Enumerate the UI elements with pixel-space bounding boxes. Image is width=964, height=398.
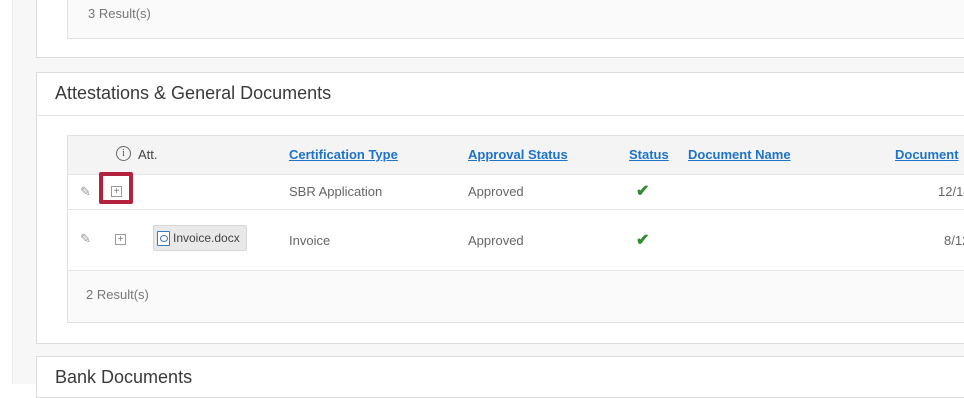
column-header-status[interactable]: Status xyxy=(629,147,669,162)
column-header-certification-type[interactable]: Certification Type xyxy=(289,147,398,162)
edit-pencil-icon[interactable]: ✎ xyxy=(80,184,94,199)
document-date-cell: 12/14 xyxy=(938,184,964,199)
bank-documents-section-title: Bank Documents xyxy=(55,367,193,387)
certification-type-cell: SBR Application xyxy=(289,184,383,199)
expand-icon[interactable]: + xyxy=(115,234,126,245)
highlight-box xyxy=(99,172,133,204)
table-row: ✎ + SBR Application Approved ✔ 12/14 xyxy=(68,172,964,210)
column-header-document-date[interactable]: Document xyxy=(895,147,959,162)
check-icon: ✔ xyxy=(636,183,650,200)
previous-results-bar: 3 Result(s) xyxy=(67,0,964,39)
attachment-chip[interactable]: Invoice.docx xyxy=(153,225,247,251)
previous-section-panel: 3 Result(s) xyxy=(36,0,964,58)
approval-status-cell: Approved xyxy=(468,184,524,199)
attestations-panel: Attestations & General Documents i Att. … xyxy=(36,72,964,344)
table-row: ✎ + Invoice.docx Invoice Approved ✔ 8/12 xyxy=(68,210,964,271)
column-header-approval-status[interactable]: Approval Status xyxy=(468,147,568,162)
results-count: 2 Result(s) xyxy=(86,287,149,302)
check-icon: ✔ xyxy=(636,232,650,249)
attestations-section-title: Attestations & General Documents xyxy=(55,83,332,103)
table-header: i Att. Certification Type Approval Statu… xyxy=(68,136,964,175)
certification-type-cell: Invoice xyxy=(289,233,331,248)
info-icon[interactable]: i xyxy=(116,146,131,161)
bank-documents-panel: Bank Documents xyxy=(36,356,964,398)
approval-status-cell: Approved xyxy=(468,233,524,248)
attestations-table: i Att. Certification Type Approval Statu… xyxy=(67,135,964,323)
edit-pencil-icon[interactable]: ✎ xyxy=(80,231,94,246)
column-header-att: Att. xyxy=(138,147,158,162)
column-header-document-name[interactable]: Document Name xyxy=(688,147,791,162)
attachment-filename: Invoice.docx xyxy=(173,231,240,245)
word-document-icon xyxy=(157,230,170,246)
results-footer: 2 Result(s) xyxy=(68,270,964,322)
section-divider xyxy=(37,115,964,116)
document-date-cell: 8/12 xyxy=(944,233,964,248)
previous-results-count: 3 Result(s) xyxy=(88,6,151,21)
